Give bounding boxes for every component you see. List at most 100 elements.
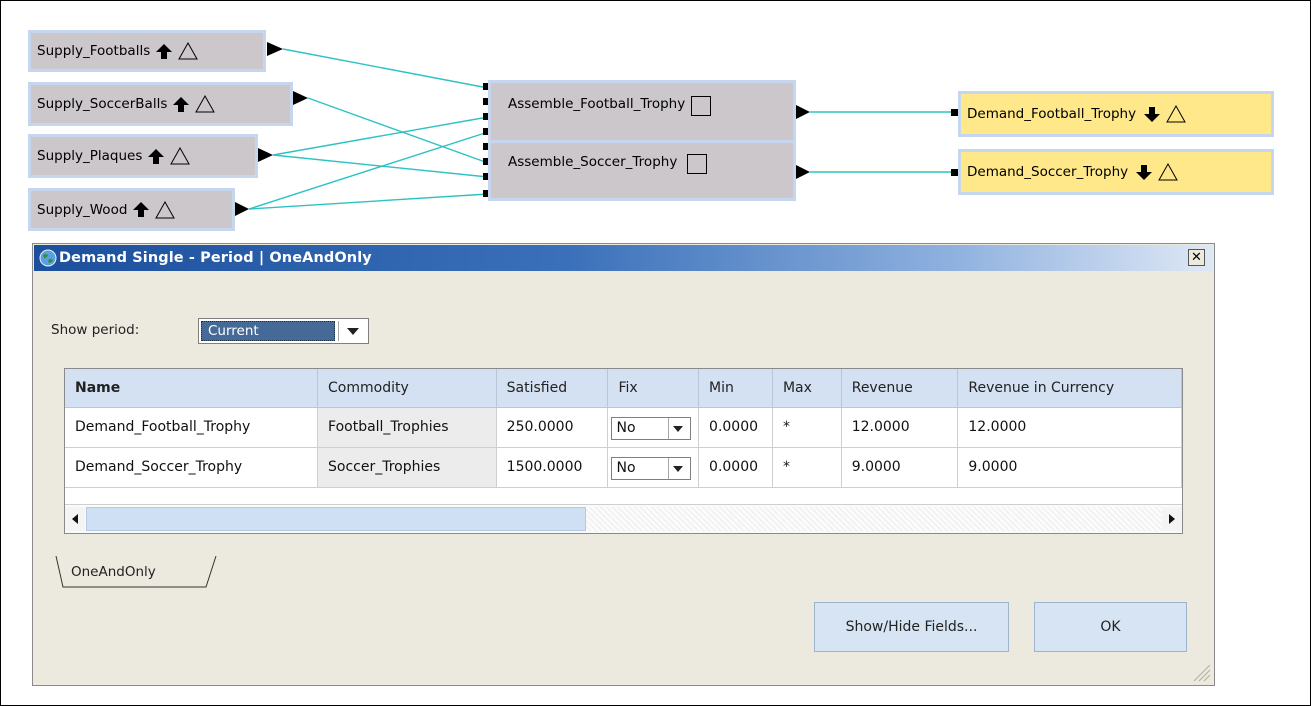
cell-commodity: Soccer_Trophies: [317, 447, 497, 488]
arrow-up-icon: [156, 43, 173, 59]
column-header-revenue[interactable]: Revenue: [841, 369, 959, 408]
out-arrow: [258, 148, 273, 162]
arrow-up-icon: [173, 96, 190, 112]
arrow-down-icon: [1144, 106, 1161, 122]
column-header-max[interactable]: Max: [772, 369, 842, 408]
cell-revenue-currency[interactable]: 12.0000: [957, 407, 1182, 448]
triangle-icon: [170, 147, 191, 165]
scroll-thumb[interactable]: [86, 507, 586, 531]
out-arrow: [796, 105, 810, 119]
node-label: Supply_Footballs: [37, 43, 151, 59]
globe-icon: [39, 249, 57, 267]
arrow-left-icon: [72, 514, 78, 524]
supply-node-wood[interactable]: Supply_Wood: [28, 188, 235, 231]
square-icon: [687, 154, 708, 174]
node-label: Assemble_Soccer_Trophy: [508, 154, 678, 170]
triangle-icon: [178, 42, 199, 60]
wire-footballs-to-football: [282, 48, 489, 89]
fix-select-value: No: [616, 459, 636, 476]
out-arrow: [796, 165, 810, 179]
arrow-up-icon: [148, 148, 165, 164]
demand-dialog: Demand Single - Period | OneAndOnly ✕ Sh…: [32, 243, 1215, 686]
node-label: Supply_Plaques: [37, 148, 143, 164]
cell-revenue[interactable]: 12.0000: [841, 407, 959, 448]
supply-node-soccerballs[interactable]: Supply_SoccerBalls: [28, 82, 293, 126]
process-node-soccer-trophy[interactable]: Assemble_Soccer_Trophy: [488, 140, 796, 201]
dropdown-button[interactable]: [338, 321, 366, 341]
scroll-left-button[interactable]: [65, 507, 85, 531]
fix-select[interactable]: No: [611, 416, 692, 440]
supply-node-footballs[interactable]: Supply_Footballs: [28, 30, 266, 72]
process-node-football-trophy[interactable]: Assemble_Football_Trophy: [488, 80, 796, 143]
triangle-icon: [155, 200, 176, 218]
triangle-icon: [1166, 105, 1186, 123]
column-header-fix[interactable]: Fix: [607, 369, 700, 408]
dialog-title: Demand Single - Period | OneAndOnly: [59, 250, 372, 266]
cell-min[interactable]: 0.0000: [698, 447, 773, 488]
cell-fix[interactable]: No: [607, 407, 700, 448]
wire-soccerballs-to-soccer: [307, 97, 489, 164]
node-label: Supply_Wood: [37, 201, 128, 218]
scroll-right-button[interactable]: [1162, 507, 1182, 531]
canvas: Supply_Footballs Supply_SoccerBalls Supp…: [0, 0, 1311, 706]
ok-button[interactable]: OK: [1034, 602, 1187, 652]
demand-table: Name Commodity Satisfied Fix Min Max Rev…: [64, 368, 1183, 534]
arrow-right-icon: [1169, 514, 1175, 524]
out-arrow: [267, 42, 283, 56]
node-label: Supply_SoccerBalls: [37, 96, 168, 112]
cell-max[interactable]: *: [772, 447, 842, 488]
out-arrow: [293, 91, 308, 105]
node-label: Assemble_Football_Trophy: [508, 96, 686, 112]
port: [951, 109, 958, 116]
triangle-icon: [1158, 163, 1179, 181]
tab-oneandonly[interactable]: OneAndOnly: [54, 556, 234, 590]
out-arrow: [235, 202, 249, 216]
dropdown-button[interactable]: [668, 457, 690, 479]
tab-label: OneAndOnly: [71, 564, 156, 580]
node-label: Demand_Football_Trophy: [967, 106, 1137, 122]
cell-name[interactable]: Demand_Football_Trophy: [65, 407, 319, 448]
dropdown-button[interactable]: [668, 417, 690, 439]
arrow-down-icon: [1136, 164, 1153, 180]
column-header-satisfied[interactable]: Satisfied: [496, 369, 609, 408]
fix-select-value: No: [616, 419, 636, 436]
wire-plaques-to-football: [272, 116, 489, 156]
cell-min[interactable]: 0.0000: [698, 407, 773, 448]
wire-wood-to-football: [248, 131, 489, 210]
port: [951, 169, 958, 176]
table-header-row: Name Commodity Satisfied Fix Min Max Rev…: [65, 369, 1182, 408]
supply-node-plaques[interactable]: Supply_Plaques: [28, 134, 258, 178]
column-header-revenue-currency[interactable]: Revenue in Currency: [957, 369, 1182, 408]
show-hide-fields-button[interactable]: Show/Hide Fields...: [814, 602, 1009, 652]
chevron-down-icon: [673, 465, 684, 472]
triangle-icon: [195, 95, 216, 113]
cell-commodity: Football_Trophies: [317, 407, 497, 448]
column-header-commodity[interactable]: Commodity: [317, 369, 497, 408]
square-icon: [691, 96, 712, 116]
cell-fix[interactable]: No: [607, 447, 700, 488]
fix-select[interactable]: No: [611, 456, 692, 480]
table-row[interactable]: Demand_Football_Trophy Football_Trophies…: [65, 407, 1182, 448]
cell-name[interactable]: Demand_Soccer_Trophy: [65, 447, 319, 488]
demand-node-football-trophy[interactable]: Demand_Football_Trophy: [958, 91, 1274, 137]
column-header-name[interactable]: Name: [65, 369, 319, 408]
show-period-select[interactable]: Current: [198, 318, 369, 344]
wire-wood-to-soccer: [248, 193, 489, 210]
table-row[interactable]: Demand_Soccer_Trophy Soccer_Trophies 150…: [65, 447, 1182, 488]
cell-satisfied[interactable]: 1500.0000: [496, 447, 609, 488]
cell-max[interactable]: *: [772, 407, 842, 448]
column-header-min[interactable]: Min: [698, 369, 773, 408]
demand-node-soccer-trophy[interactable]: Demand_Soccer_Trophy: [958, 149, 1274, 195]
close-icon: ✕: [1191, 250, 1202, 265]
show-period-value: Current: [201, 321, 335, 341]
horizontal-scrollbar[interactable]: [65, 504, 1182, 533]
cell-revenue-currency[interactable]: 9.0000: [957, 447, 1182, 488]
resize-grip-icon[interactable]: [1189, 660, 1211, 682]
node-label: Demand_Soccer_Trophy: [967, 164, 1129, 180]
cell-satisfied[interactable]: 250.0000: [496, 407, 609, 448]
dialog-titlebar[interactable]: Demand Single - Period | OneAndOnly ✕: [34, 245, 1213, 271]
close-button[interactable]: ✕: [1188, 249, 1205, 266]
chevron-down-icon: [673, 425, 684, 432]
arrow-up-icon: [133, 202, 150, 217]
cell-revenue[interactable]: 9.0000: [841, 447, 959, 488]
